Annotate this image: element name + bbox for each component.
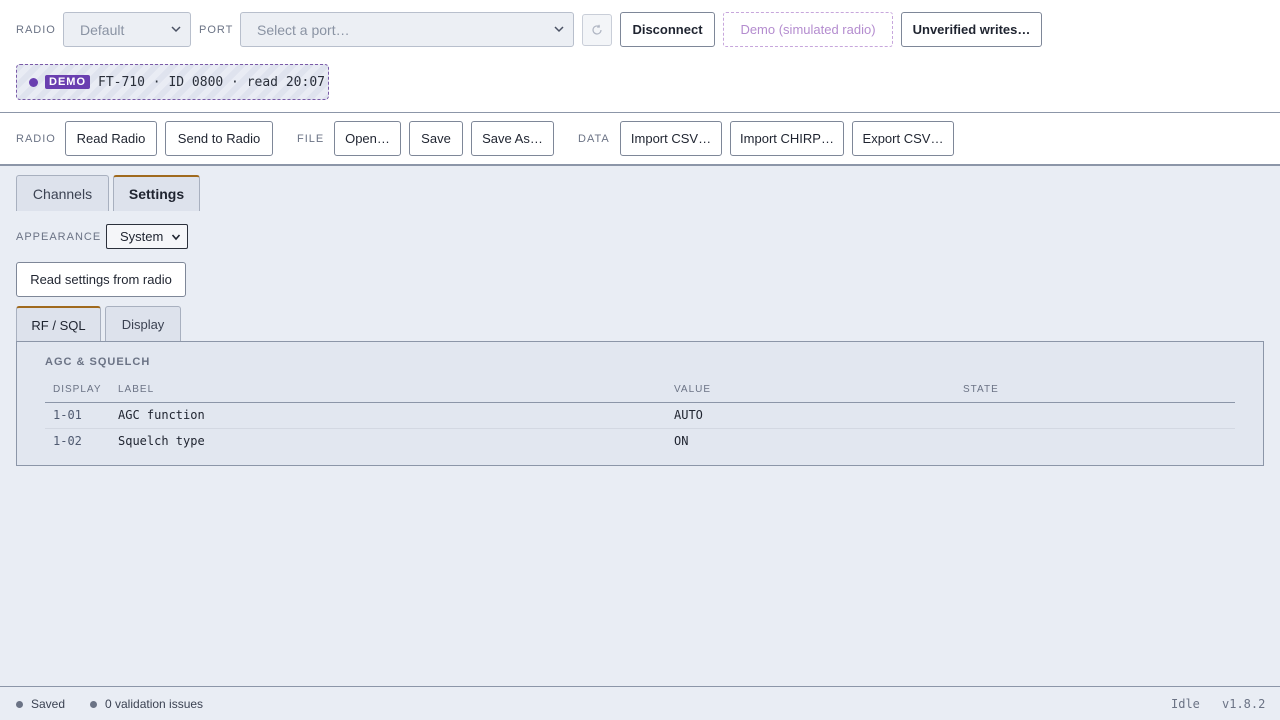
row-value[interactable]: AUTO [674, 408, 703, 422]
port-select-placeholder: Select a port… [257, 21, 350, 38]
toolbar-file-group-label: FILE [297, 133, 325, 145]
subtab-rf-sql[interactable]: RF / SQL [16, 306, 101, 342]
send-to-radio-button[interactable]: Send to Radio [165, 121, 273, 156]
row-display-code: 1-02 [53, 434, 82, 448]
saved-status-dot-icon [16, 701, 23, 708]
radio-label: RADIO [16, 24, 56, 36]
appearance-label: APPEARANCE [16, 231, 102, 243]
export-csv-button[interactable]: Export CSV… [852, 121, 954, 156]
appearance-select[interactable]: System [106, 224, 188, 249]
import-chirp-button[interactable]: Import CHIRP… [730, 121, 844, 156]
radio-select[interactable]: Default [63, 12, 191, 47]
table-header-divider [45, 402, 1235, 403]
activity-status: Idle [1171, 697, 1200, 711]
column-header-state: STATE [963, 384, 999, 395]
chevron-down-icon [171, 234, 181, 241]
port-select[interactable]: Select a port… [240, 12, 574, 47]
open-button[interactable]: Open… [334, 121, 401, 156]
action-toolbar: RADIO Read Radio Send to Radio FILE Open… [0, 113, 1280, 166]
demo-mode-button[interactable]: Demo (simulated radio) [723, 12, 893, 47]
row-label: Squelch type [118, 434, 205, 448]
refresh-ports-button[interactable] [582, 14, 612, 46]
read-settings-button[interactable]: Read settings from radio [16, 262, 186, 297]
row-value[interactable]: ON [674, 434, 688, 448]
validation-status-dot-icon [90, 701, 97, 708]
saved-status: Saved [31, 697, 66, 711]
column-header-display: DISPLAY [53, 384, 102, 395]
demo-badge: DEMO [45, 75, 90, 89]
demo-status-pill: DEMO FT-710 · ID 0800 · read 20:07 [16, 64, 329, 100]
tab-settings[interactable]: Settings [113, 175, 200, 211]
refresh-icon [592, 24, 602, 35]
tab-channels[interactable]: Channels [16, 175, 109, 211]
unverified-writes-button[interactable]: Unverified writes… [901, 12, 1042, 47]
chevron-down-icon [171, 26, 181, 33]
status-dot-icon [29, 77, 38, 87]
port-label: PORT [199, 24, 234, 36]
read-radio-button[interactable]: Read Radio [65, 121, 157, 156]
validation-status: 0 validation issues [105, 697, 204, 711]
subtab-display[interactable]: Display [105, 306, 181, 342]
toolbar-radio-group-label: RADIO [16, 133, 56, 145]
settings-panel: AGC & SQUELCH DISPLAY LABEL VALUE STATE … [16, 341, 1264, 466]
row-label: AGC function [118, 408, 205, 422]
row-display-code: 1-01 [53, 408, 82, 422]
section-title: AGC & SQUELCH [45, 356, 151, 368]
radio-info-text: FT-710 · ID 0800 · read 20:07 [98, 74, 325, 90]
radio-select-value: Default [80, 21, 125, 38]
import-csv-button[interactable]: Import CSV… [620, 121, 722, 156]
column-header-label: LABEL [118, 384, 155, 395]
chevron-down-icon [554, 26, 564, 33]
column-header-value: VALUE [674, 384, 712, 395]
appearance-select-value: System [120, 229, 164, 244]
disconnect-button[interactable]: Disconnect [620, 12, 715, 47]
connection-bar: RADIO Default PORT Select a port… Discon… [0, 0, 1280, 113]
row-divider [45, 428, 1235, 429]
save-as-button[interactable]: Save As… [471, 121, 554, 156]
version-label: v1.8.2 [1222, 697, 1266, 711]
toolbar-data-group-label: DATA [578, 133, 610, 145]
status-bar: Saved 0 validation issues Idle v1.8.2 [0, 686, 1280, 720]
save-button[interactable]: Save [409, 121, 463, 156]
